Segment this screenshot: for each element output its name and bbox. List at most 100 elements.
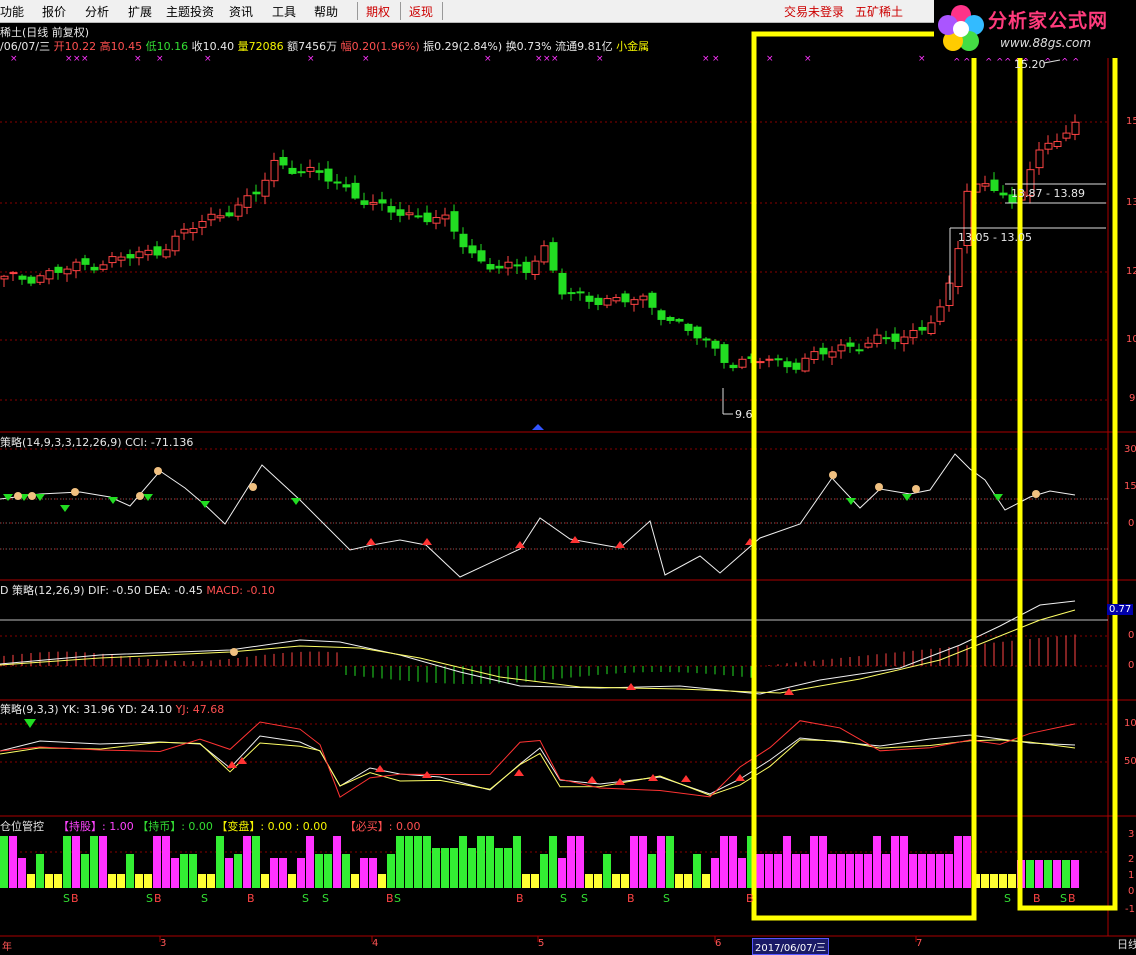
candle-body: [450, 211, 459, 232]
candle-body: [666, 317, 675, 321]
signal-x-marker: ×: [134, 54, 142, 64]
candle-body: [378, 199, 387, 204]
kdj-d-line: [0, 739, 1076, 796]
position-bar: [261, 874, 269, 888]
position-bar: [144, 874, 152, 888]
position-bar: [864, 854, 872, 888]
candle-body: [990, 179, 999, 191]
candle-body: [558, 272, 567, 295]
candle-body: [432, 217, 441, 224]
position-bar: [522, 874, 530, 888]
info-turnover: 换0.73%: [505, 40, 552, 53]
candle-body: [279, 157, 288, 166]
info-amount: 7456万: [298, 40, 338, 53]
position-bar: [27, 874, 35, 888]
position-bar: [333, 836, 341, 888]
candle-body: [864, 342, 873, 348]
hand-pointer-icon: [912, 485, 920, 493]
position-bars: [0, 836, 1079, 888]
hand-pointer-icon: [28, 492, 36, 500]
candle-body: [90, 266, 99, 271]
macd-axis-current: 0.77: [1107, 604, 1134, 615]
candle-body: [846, 342, 855, 347]
stock-chart[interactable]: × × × × × × × × × × × × × × × × × × × × × × × × × × × × ×: [0, 0, 1136, 950]
position-bar: [171, 858, 179, 888]
position-bar: [657, 836, 665, 888]
position-bar: [783, 836, 791, 888]
candle-body: [720, 344, 729, 363]
candle-body: [936, 306, 945, 322]
date-tick-label: 3: [160, 938, 167, 949]
position-bar: [918, 854, 926, 888]
candle-body: [693, 326, 702, 339]
candle-body: [126, 254, 135, 259]
candle-body: [585, 295, 594, 302]
signal-label: B: [386, 892, 394, 905]
candle-body: [639, 295, 648, 301]
candle-body: [594, 297, 603, 306]
cci-down-arrow-icon: [60, 505, 70, 512]
candle-body: [99, 264, 108, 270]
macd-panel-header: D 策略(12,26,9) DIF: -0.50 DEA: -0.45 MACD…: [0, 582, 275, 598]
candle-body: [207, 213, 216, 221]
hand-pointer-icon: [829, 471, 837, 479]
candle-body: [153, 246, 162, 256]
position-bar: [243, 836, 251, 888]
position-bar: [666, 836, 674, 888]
signal-label: B: [71, 892, 79, 905]
signal-x-marker: ×: [543, 54, 551, 64]
candle-body: [252, 191, 261, 195]
macd-axis-label: 0: [1128, 630, 1135, 641]
kdj-j-line: [0, 720, 1076, 798]
candle-body: [45, 270, 54, 280]
hand-pointer-icon: [249, 483, 257, 491]
position-bar: [873, 836, 881, 888]
candle-body: [198, 221, 207, 228]
price-axis-label: 12: [1126, 266, 1136, 277]
hand-pointer-icon: [14, 492, 22, 500]
position-bar: [738, 858, 746, 888]
position-bar: [630, 836, 638, 888]
signal-x-marker: ×: [712, 54, 720, 64]
position-bar: [396, 836, 404, 888]
macd-value: MACD: -0.10: [206, 584, 275, 597]
kdj-indicator: [0, 719, 1076, 798]
candle-body: [9, 272, 18, 275]
position-bar: [513, 836, 521, 888]
candle-body: [828, 351, 837, 358]
candle-body: [36, 275, 45, 283]
signal-x-marker: ×: [362, 54, 370, 64]
kdj-yk: YK: 31.96: [62, 703, 115, 716]
candle-body: [612, 297, 621, 302]
position-bar: [540, 854, 548, 888]
candle-body: [396, 209, 405, 216]
candle-body: [954, 248, 963, 288]
macd-dif-line: [0, 600, 1076, 695]
position-bar: [288, 874, 296, 888]
position-bar: [153, 836, 161, 888]
candle-body: [315, 170, 324, 173]
signal-label: S: [581, 892, 588, 905]
position-bar: [756, 854, 764, 888]
position-bar: [603, 854, 611, 888]
kdj-k-line: [0, 734, 1076, 795]
candle-body: [459, 233, 468, 248]
signal-x-marker: ×: [596, 54, 604, 64]
position-bar: [702, 874, 710, 888]
candle-body: [531, 260, 540, 276]
macd-title: D 策略(12,26,9): [0, 584, 85, 597]
position-bar: [945, 854, 953, 888]
cci-down-arrow-icon: [902, 494, 912, 501]
kdj-axis-label: 10: [1124, 718, 1136, 729]
cursor-date-label: 2017/06/07/三: [752, 938, 830, 955]
low-price-marker: 9.6: [735, 408, 753, 421]
position-bar: [585, 874, 593, 888]
candle-body: [855, 349, 864, 352]
candle-body: [477, 250, 486, 262]
signal-x-marker: ×: [204, 54, 212, 64]
position-bar: [621, 874, 629, 888]
candle-body: [306, 166, 315, 172]
position-axis-label: 3: [1128, 829, 1135, 840]
position-bar: [576, 836, 584, 888]
candle-body: [108, 256, 117, 264]
